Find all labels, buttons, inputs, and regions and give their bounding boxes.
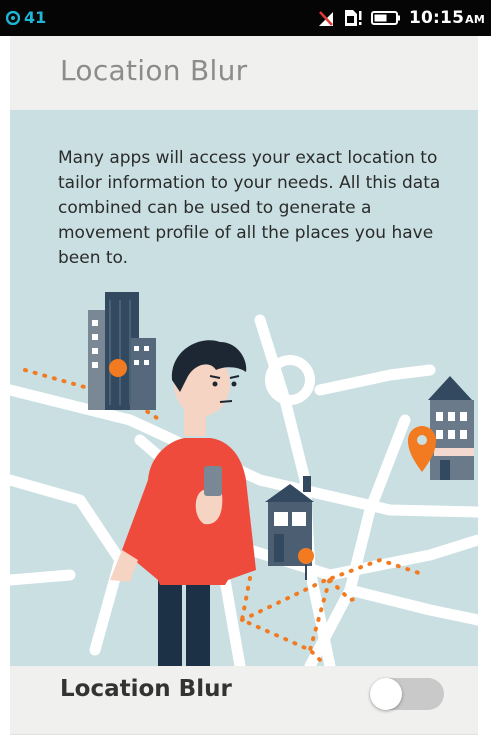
location-blur-label: Location Blur	[60, 676, 232, 702]
status-bar: 41 10:15AM	[0, 0, 491, 36]
status-left: 41	[6, 8, 46, 27]
intro-description: Many apps will access your exact locatio…	[58, 148, 441, 268]
clock-ampm: AM	[465, 13, 485, 26]
notification-badge-icon	[6, 10, 20, 25]
page-title: Location Blur	[60, 54, 248, 87]
location-tracking-illustration	[10, 292, 478, 666]
header: Location Blur	[10, 36, 478, 110]
no-signal-icon	[319, 11, 333, 26]
clock-time: 10:15	[409, 8, 465, 28]
sim-alert-icon	[345, 10, 362, 26]
clock: 10:15AM	[409, 8, 485, 28]
house-right	[428, 376, 474, 480]
office-building-left	[88, 292, 156, 410]
settings-screen: Location Blur Many apps will access your…	[10, 36, 478, 735]
location-blur-setting-row[interactable]: Location Blur	[10, 666, 478, 735]
battery-icon	[371, 11, 400, 25]
status-right: 10:15AM	[317, 8, 485, 28]
location-blur-toggle[interactable]	[370, 678, 444, 710]
notification-count: 41	[24, 8, 47, 27]
intro-panel: Many apps will access your exact locatio…	[10, 110, 478, 666]
toggle-knob	[370, 678, 402, 710]
